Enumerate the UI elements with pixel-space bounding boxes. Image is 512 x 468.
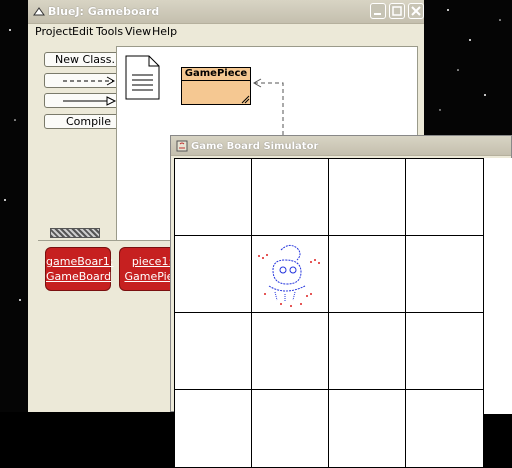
game-piece-sprite xyxy=(258,244,320,307)
board-cell[interactable] xyxy=(251,158,330,237)
maximize-button[interactable] xyxy=(389,3,405,19)
board-cell[interactable] xyxy=(174,158,253,237)
object-gameboard1[interactable]: gameBoar1: GameBoard xyxy=(45,247,114,291)
machine-activity-indicator xyxy=(50,228,100,238)
board-cell[interactable] xyxy=(328,235,407,314)
game-board-titlebar[interactable]: Game Board Simulator xyxy=(171,136,511,156)
menu-edit[interactable]: Edit xyxy=(70,25,95,38)
minimize-button[interactable] xyxy=(370,3,386,19)
game-board-window: Game Board Simulator xyxy=(170,135,512,468)
menu-help[interactable]: Help xyxy=(150,25,179,38)
board-cell[interactable] xyxy=(328,158,407,237)
bluej-titlebar[interactable]: BlueJ: Gameboard xyxy=(28,0,424,24)
class-body xyxy=(181,80,251,105)
close-button[interactable] xyxy=(408,3,424,19)
readme-document-icon[interactable] xyxy=(125,55,161,101)
board-cell[interactable] xyxy=(405,312,484,391)
board-cell[interactable] xyxy=(405,235,484,314)
board-cell[interactable] xyxy=(174,389,253,468)
class-name: GamePiece xyxy=(181,67,251,80)
menu-tools[interactable]: Tools xyxy=(94,25,125,38)
board-cell[interactable] xyxy=(328,312,407,391)
board-cell[interactable] xyxy=(174,312,253,391)
java-icon xyxy=(176,140,188,152)
board-cell[interactable] xyxy=(328,389,407,468)
board-cell[interactable] xyxy=(251,312,330,391)
dependency-arrow xyxy=(252,78,284,135)
menu-bar: Project Edit Tools View Help xyxy=(28,24,424,42)
board-cell[interactable] xyxy=(251,389,330,468)
object-type: GameBoard xyxy=(46,270,112,283)
window-title: BlueJ: Gameboard xyxy=(48,5,160,18)
game-board-grid[interactable] xyxy=(174,158,512,468)
board-cell[interactable] xyxy=(174,235,253,314)
hatch-icon xyxy=(241,95,250,104)
menu-view[interactable]: View xyxy=(123,25,153,38)
board-cell[interactable] xyxy=(405,158,484,237)
bluej-app-icon xyxy=(33,7,45,16)
object-name: gameBoar1: xyxy=(46,255,114,268)
window-title: Game Board Simulator xyxy=(191,141,319,152)
menu-project[interactable]: Project xyxy=(33,25,75,38)
class-gamepiece[interactable]: GamePiece xyxy=(181,67,251,105)
board-cell[interactable] xyxy=(405,389,484,468)
